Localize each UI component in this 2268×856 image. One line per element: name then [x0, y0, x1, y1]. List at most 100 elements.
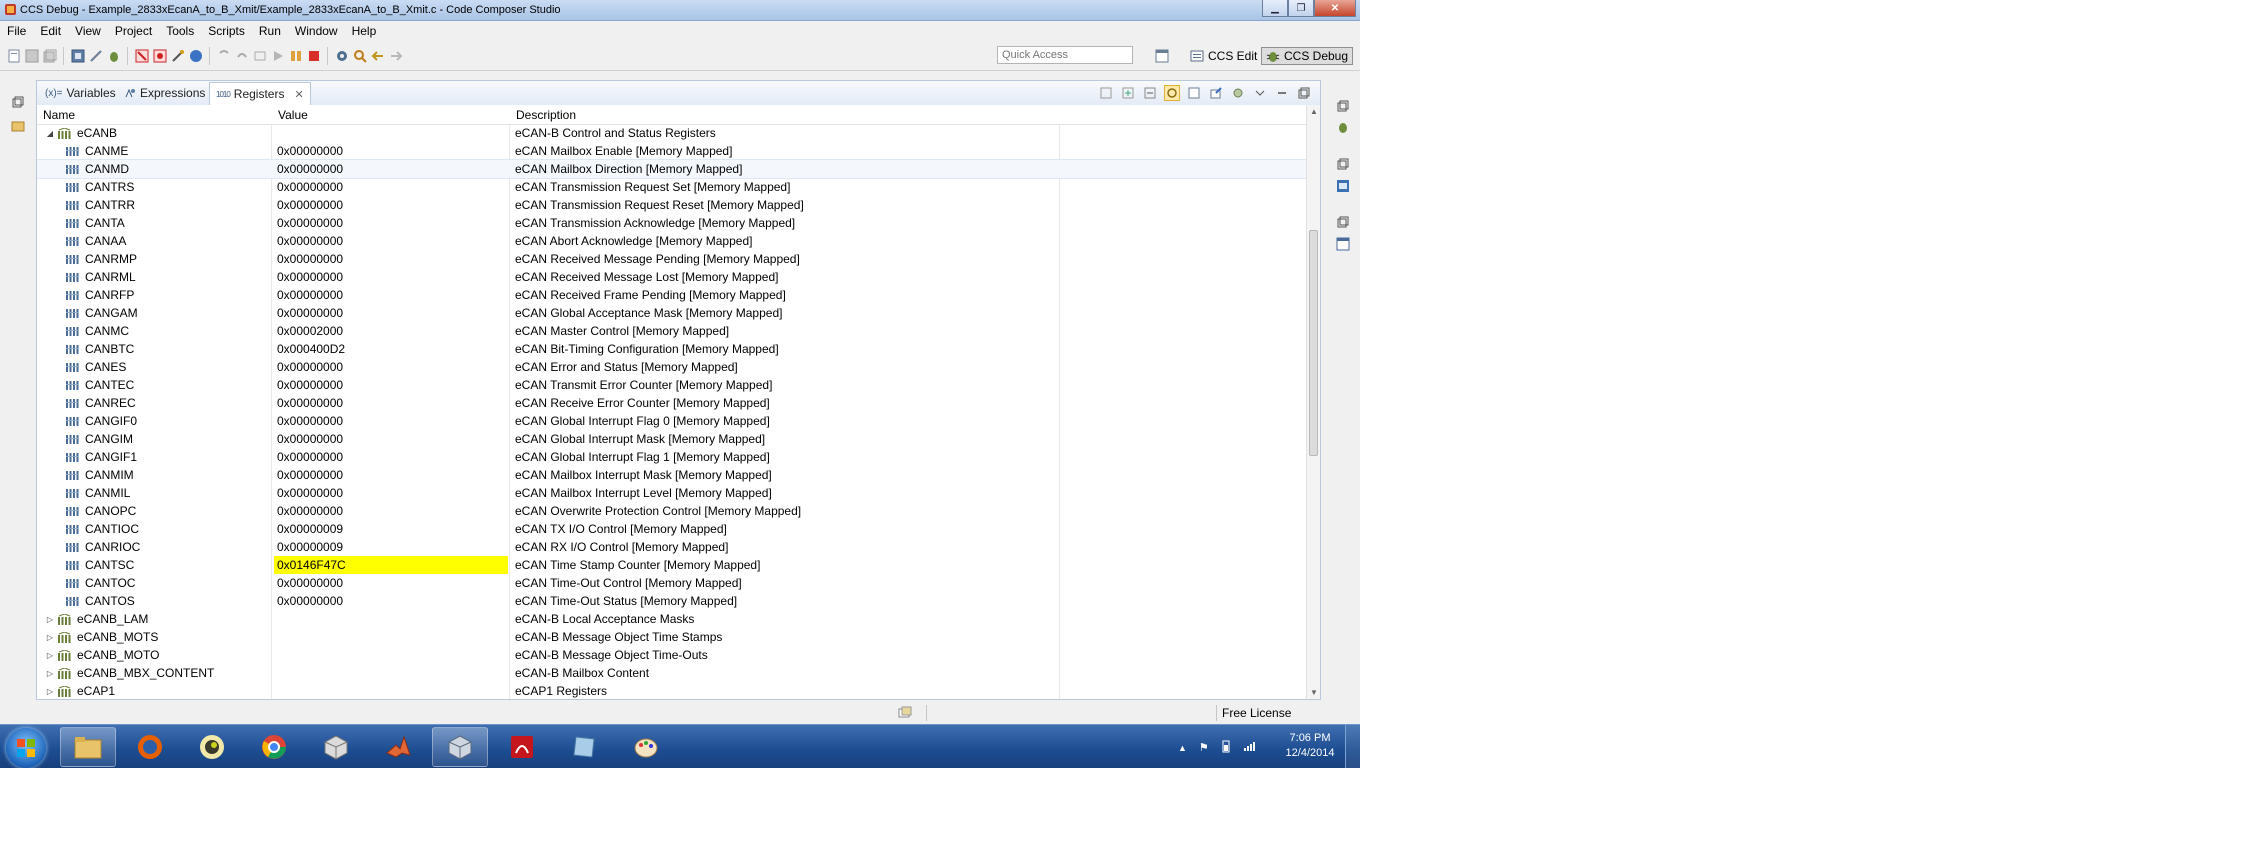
register-value[interactable]: 0x00000000 [274, 232, 508, 250]
register-value[interactable]: 0x00000000 [274, 466, 508, 484]
search-icon[interactable] [352, 49, 367, 64]
menu-tools[interactable]: Tools [159, 24, 201, 38]
register-group-row[interactable]: ▷ eCANB_MOTS eCAN-B Message Object Time St… [37, 628, 1307, 646]
step-over-icon[interactable] [234, 49, 249, 64]
register-row[interactable]: CANREC 0x00000000 eCAN Receive Error Count… [37, 394, 1307, 412]
register-group-row[interactable]: ▷ eCANB_MBX_CONTENT eCAN-B Mailbox Content [37, 664, 1307, 682]
restore-icon[interactable] [10, 94, 26, 110]
register-group-row[interactable]: ▷ eCANB_LAM eCAN-B Local Acceptance Masks [37, 610, 1307, 628]
terminate-icon[interactable] [306, 49, 321, 64]
restore-icon[interactable] [1335, 214, 1351, 230]
save-icon[interactable] [24, 49, 39, 64]
register-value[interactable]: 0x00000000 [274, 358, 508, 376]
show-desktop-button[interactable] [1345, 725, 1360, 768]
expand-triangle-icon[interactable]: ▷ [45, 632, 55, 642]
register-row[interactable]: CANOPC 0x00000000 eCAN Overwrite Protectio… [37, 502, 1307, 520]
tab-variables[interactable]: (x)= Variables [39, 82, 122, 104]
taskbar-chrome[interactable] [246, 727, 302, 767]
export-icon[interactable] [1208, 85, 1224, 101]
register-row[interactable]: CANTOC 0x00000000 eCAN Time-Out Control [M… [37, 574, 1307, 592]
debug-view-icon[interactable] [1335, 120, 1351, 136]
register-value[interactable]: 0x00000000 [274, 142, 508, 160]
menu-scripts[interactable]: Scripts [201, 24, 252, 38]
terminate-all-icon[interactable] [70, 49, 85, 64]
register-row[interactable]: CANTRR 0x00000000 eCAN Transmission Reques… [37, 196, 1307, 214]
register-row[interactable]: CANRML 0x00000000 eCAN Received Message Lo… [37, 268, 1307, 286]
register-value[interactable]: 0x000400D2 [274, 340, 508, 358]
scrollbar-thumb[interactable] [1309, 230, 1318, 456]
step-return-icon[interactable] [252, 49, 267, 64]
taskbar-media-app[interactable] [184, 727, 240, 767]
perspective-ccs-debug[interactable]: CCS Debug [1261, 47, 1354, 65]
register-value[interactable]: 0x00000009 [274, 538, 508, 556]
register-group-row[interactable]: ◢ eCANB eCAN-B Control and Status Register… [37, 124, 1307, 142]
restore-icon[interactable] [1335, 98, 1351, 114]
close-icon[interactable]: ✕ [294, 88, 303, 101]
expand-triangle-icon[interactable]: ▷ [45, 614, 55, 624]
tab-expressions[interactable]: Expressions [117, 82, 211, 104]
taskbar-windows-explorer[interactable] [60, 727, 116, 767]
taskbar-firefox[interactable] [122, 727, 178, 767]
register-row[interactable]: CANGAM 0x00000000 eCAN Global Acceptance M… [37, 304, 1307, 322]
step-into-icon[interactable] [216, 49, 231, 64]
resume-icon[interactable] [270, 49, 285, 64]
collapse-triangle-icon[interactable]: ◢ [45, 128, 55, 138]
flag-icon[interactable]: ⚑ [1199, 741, 1209, 754]
run-config-icon[interactable] [188, 49, 203, 64]
collapse-all-icon[interactable] [1142, 85, 1158, 101]
expand-triangle-icon[interactable]: ▷ [45, 650, 55, 660]
remove-breakpoints-icon[interactable] [152, 49, 167, 64]
register-row[interactable]: CANMD 0x00000000 eCAN Mailbox Direction [M… [37, 159, 1307, 179]
console-icon[interactable] [1335, 178, 1351, 194]
register-value[interactable]: 0x00000000 [274, 412, 508, 430]
register-row[interactable]: CANME 0x00000000 eCAN Mailbox Enable [Memo… [37, 142, 1307, 160]
start-button[interactable] [6, 728, 46, 768]
register-row[interactable]: CANTSC 0x0146F47C eCAN Time Stamp Counter … [37, 556, 1307, 574]
restore-button[interactable]: ❐ [1288, 0, 1314, 17]
register-value[interactable]: 0x00000000 [274, 430, 508, 448]
build-icon[interactable] [170, 49, 185, 64]
menu-run[interactable]: Run [252, 24, 288, 38]
register-row[interactable]: CANTOS 0x00000000 eCAN Time-Out Status [Me… [37, 592, 1307, 610]
skip-breakpoints-icon[interactable] [134, 49, 149, 64]
register-row[interactable]: CANES 0x00000000 eCAN Error and Status [Me… [37, 358, 1307, 376]
continuous-refresh-icon[interactable] [1164, 85, 1180, 101]
register-row[interactable]: CANMIL 0x00000000 eCAN Mailbox Interrupt L… [37, 484, 1307, 502]
register-value[interactable]: 0x00000000 [274, 592, 508, 610]
register-value[interactable]: 0x00000009 [274, 520, 508, 538]
minimize-view-icon[interactable] [1274, 85, 1290, 101]
menu-window[interactable]: Window [288, 24, 345, 38]
taskbar-clock[interactable]: 7:06 PM 12/4/2014 [1280, 731, 1340, 761]
gear-icon[interactable] [334, 49, 349, 64]
register-row[interactable]: CANTEC 0x00000000 eCAN Transmit Error Coun… [37, 376, 1307, 394]
new-icon[interactable] [6, 49, 21, 64]
register-value[interactable]: 0x00000000 [274, 448, 508, 466]
pin-icon[interactable] [1230, 85, 1246, 101]
register-row[interactable]: CANMC 0x00002000 eCAN Master Control [Memo… [37, 322, 1307, 340]
maximize-view-icon[interactable] [1296, 85, 1312, 101]
register-value[interactable]: 0x00000000 [274, 196, 508, 214]
taskbar-notepad[interactable] [556, 727, 612, 767]
taskbar-ccs[interactable] [432, 727, 488, 767]
scroll-up-icon[interactable]: ▲ [1310, 107, 1318, 116]
scroll-down-icon[interactable]: ▼ [1310, 688, 1318, 697]
register-value[interactable]: 0x00000000 [274, 502, 508, 520]
register-row[interactable]: CANRFP 0x00000000 eCAN Received Frame Pend… [37, 286, 1307, 304]
register-value[interactable]: 0x00000000 [274, 160, 508, 178]
register-row[interactable]: CANRMP 0x00000000 eCAN Received Message Pe… [37, 250, 1307, 268]
battery-icon[interactable] [1221, 739, 1231, 756]
taskbar-paint[interactable] [618, 727, 674, 767]
register-value[interactable]: 0x00000000 [274, 178, 508, 196]
quick-access-box[interactable] [997, 46, 1134, 64]
register-row[interactable]: CANTRS 0x00000000 eCAN Transmission Reques… [37, 178, 1307, 196]
register-row[interactable]: CANGIF0 0x00000000 eCAN Global Interrupt F… [37, 412, 1307, 430]
register-value[interactable]: 0x0146F47C [274, 556, 508, 574]
view-menu-icon[interactable] [1252, 85, 1268, 101]
save-all-icon[interactable] [42, 49, 57, 64]
refresh-icon[interactable] [1186, 85, 1202, 101]
menu-help[interactable]: Help [345, 24, 384, 38]
register-row[interactable]: CANGIM 0x00000000 eCAN Global Interrupt Ma… [37, 430, 1307, 448]
menu-project[interactable]: Project [108, 24, 159, 38]
folder-icon[interactable] [10, 118, 26, 134]
register-row[interactable]: CANTA 0x00000000 eCAN Transmission Acknowl… [37, 214, 1307, 232]
